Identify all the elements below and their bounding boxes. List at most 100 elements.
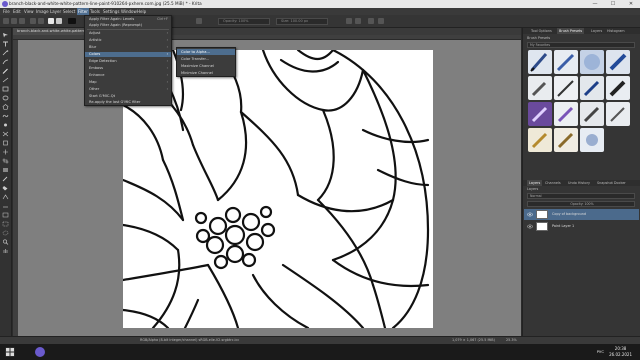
- visibility-eye-icon[interactable]: [527, 224, 533, 229]
- open-document-icon[interactable]: [11, 18, 17, 24]
- rectangle-tool-icon[interactable]: [2, 86, 9, 92]
- filter-colors-item[interactable]: Colors ›: [85, 52, 171, 57]
- calligraphy-tool-icon[interactable]: [2, 59, 9, 65]
- minimize-button[interactable]: —: [586, 0, 604, 8]
- filter-edge-detection-item[interactable]: Edge Detection ›: [85, 59, 171, 64]
- reapply-gmic-item[interactable]: Re-apply the last G'MIC filter: [85, 100, 171, 105]
- filter-enhance-item[interactable]: Enhance ›: [85, 73, 171, 78]
- new-document-icon[interactable]: [3, 18, 9, 24]
- rectangular-selection-tool-icon[interactable]: [2, 221, 9, 227]
- visibility-eye-icon[interactable]: [527, 212, 533, 217]
- elliptical-selection-tool-icon[interactable]: [2, 230, 9, 236]
- tab-brush-presets[interactable]: Brush Presets: [557, 28, 585, 34]
- filter-blur-item[interactable]: Blur ›: [85, 45, 171, 50]
- blend-mode-icon[interactable]: [196, 18, 202, 24]
- layer-opacity-slider[interactable]: Opacity: 100%: [527, 201, 635, 207]
- wrap-around-icon[interactable]: [368, 18, 374, 24]
- zoom-tool-icon[interactable]: [2, 239, 9, 245]
- brush-preset-wet-icon[interactable]: [606, 102, 630, 126]
- ellipse-tool-icon[interactable]: [2, 95, 9, 101]
- tab-undo-history[interactable]: Undo History: [566, 180, 592, 186]
- zoom-level[interactable]: 25.3%: [506, 338, 517, 342]
- brush-tag-select[interactable]: My Favorites: [527, 42, 635, 48]
- brush-tool-icon[interactable]: [2, 68, 9, 74]
- brush-size-slider[interactable]: Size: 100.00 px: [276, 18, 328, 25]
- brush-preset-fill-icon[interactable]: [554, 128, 578, 152]
- menu-select[interactable]: Select: [63, 9, 75, 14]
- menu-layer[interactable]: Layer: [50, 9, 61, 14]
- menu-window[interactable]: Window: [121, 9, 137, 14]
- menu-help[interactable]: Help: [137, 9, 146, 14]
- brush-preset-ink-icon[interactable]: [528, 50, 552, 74]
- tab-channels[interactable]: Channels: [543, 180, 563, 186]
- menu-settings[interactable]: Settings: [103, 9, 119, 14]
- menu-view[interactable]: View: [24, 9, 34, 14]
- save-icon[interactable]: [19, 18, 25, 24]
- apply-filter-again-item[interactable]: Apply Filter Again: Levels Ctrl+F: [85, 17, 171, 22]
- brush-preset-bristles-icon[interactable]: [528, 76, 552, 100]
- brush-preset-pencil-icon[interactable]: [554, 50, 578, 74]
- minimize-channel-item[interactable]: Minimize Channel: [177, 70, 235, 76]
- layer-row[interactable]: Copy of background: [524, 209, 639, 220]
- krita-taskbar-icon[interactable]: [35, 347, 45, 357]
- brush-preset-texture-icon[interactable]: [580, 102, 604, 126]
- brush-preset-stamp-icon[interactable]: [580, 128, 604, 152]
- start-gmic-item[interactable]: Start G'MIC-Qt: [85, 94, 171, 99]
- brush-preset-pen-icon[interactable]: [580, 76, 604, 100]
- color-to-alpha-item[interactable]: Color to Alpha...: [177, 49, 235, 55]
- assistant-tool-icon[interactable]: [2, 194, 9, 200]
- maximize-channel-item[interactable]: Maximize Channel: [177, 63, 235, 69]
- windows-start-icon[interactable]: [5, 347, 15, 357]
- brush-preset-basic-icon[interactable]: [554, 76, 578, 100]
- pattern-icon[interactable]: [56, 18, 62, 24]
- edit-shapes-tool-icon[interactable]: [2, 50, 9, 56]
- brush-preset-eraser-icon[interactable]: [528, 128, 552, 152]
- maximize-button[interactable]: ☐: [604, 0, 622, 8]
- filter-artistic-item[interactable]: Artistic ›: [85, 38, 171, 43]
- close-button[interactable]: ✕: [622, 0, 640, 8]
- layer-row[interactable]: Paint Layer 1: [524, 221, 639, 232]
- keyboard-language[interactable]: РУС: [597, 349, 604, 354]
- brush-preset-color-smudge-icon[interactable]: [528, 102, 552, 126]
- mirror-vertical-icon[interactable]: [355, 18, 361, 24]
- redo-icon[interactable]: [38, 18, 44, 24]
- tab-layers-top[interactable]: Layers: [589, 28, 604, 34]
- color-picker-tool-icon[interactable]: [2, 176, 9, 182]
- tab-layers[interactable]: Layers: [527, 180, 543, 186]
- opacity-slider[interactable]: Opacity: 100%: [218, 18, 270, 25]
- workspace-icon[interactable]: [378, 18, 384, 24]
- brush-preset-charcoal-icon[interactable]: [606, 76, 630, 100]
- measure-tool-icon[interactable]: [2, 203, 9, 209]
- filter-adjust-item[interactable]: Adjust ›: [85, 31, 171, 36]
- line-tool-icon[interactable]: [2, 77, 9, 83]
- menu-edit[interactable]: Edit: [13, 9, 21, 14]
- dynamic-brush-tool-icon[interactable]: [2, 122, 9, 128]
- filter-other-item[interactable]: Other ›: [85, 87, 171, 92]
- menu-image[interactable]: Image: [36, 9, 49, 14]
- gradient-icon[interactable]: [48, 18, 54, 24]
- polygon-tool-icon[interactable]: [2, 104, 9, 110]
- text-tool-icon[interactable]: [2, 41, 9, 47]
- tab-snapshot-docker[interactable]: Snapshot Docker: [595, 180, 628, 186]
- select-shapes-tool-icon[interactable]: [2, 32, 9, 38]
- undo-icon[interactable]: [30, 18, 36, 24]
- brush-preset-marker-icon[interactable]: [606, 50, 630, 74]
- tab-histogram[interactable]: Histogram: [605, 28, 627, 34]
- tab-tool-options[interactable]: Tool Options: [529, 28, 554, 34]
- pan-tool-icon[interactable]: [2, 248, 9, 254]
- fill-tool-icon[interactable]: [2, 185, 9, 191]
- mirror-horizontal-icon[interactable]: [346, 18, 352, 24]
- menu-tools[interactable]: Tools: [90, 9, 100, 14]
- filter-map-item[interactable]: Map ›: [85, 80, 171, 85]
- move-tool-icon[interactable]: [2, 149, 9, 155]
- system-clock[interactable]: 20:38 26.02.2021: [609, 346, 632, 357]
- menu-filter[interactable]: Filter: [77, 8, 89, 15]
- color-transfer-item[interactable]: Color Transfer...: [177, 56, 235, 62]
- foreground-color-swatch[interactable]: [68, 18, 76, 24]
- gradient-tool-icon[interactable]: [2, 167, 9, 173]
- menu-file[interactable]: File: [3, 9, 10, 14]
- transform-tool-icon[interactable]: [2, 140, 9, 146]
- filter-emboss-item[interactable]: Emboss ›: [85, 66, 171, 71]
- brush-preset-airbrush-icon[interactable]: [580, 50, 604, 74]
- crop-tool-icon[interactable]: [2, 158, 9, 164]
